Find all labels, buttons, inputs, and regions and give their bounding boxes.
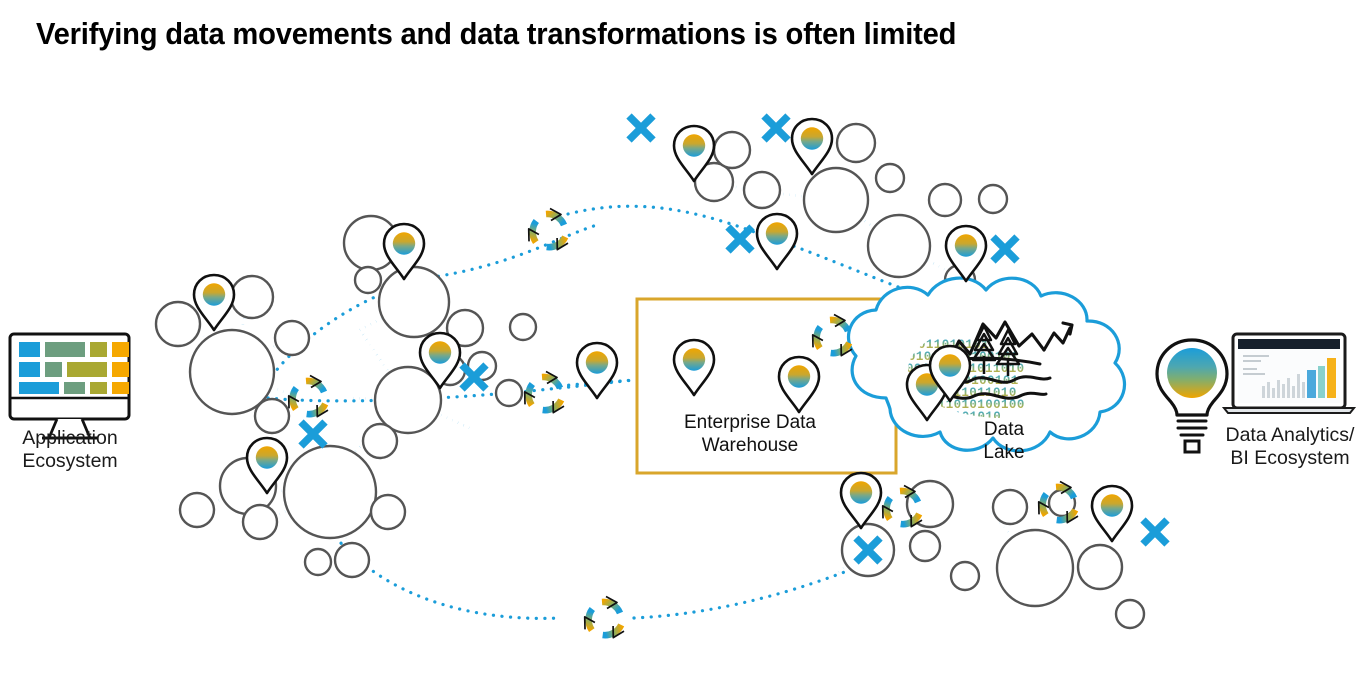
data-node-circle xyxy=(508,312,538,342)
data-node-circle xyxy=(241,503,279,541)
unverified-x-icon[interactable] xyxy=(764,116,788,140)
data-node-circle xyxy=(377,265,451,339)
data-node-circle xyxy=(353,265,383,295)
data-node-circle xyxy=(949,560,981,592)
node-cluster-left xyxy=(154,214,538,579)
data-node-circle xyxy=(866,213,932,279)
location-pin-icon[interactable] xyxy=(575,341,619,400)
data-node-circle xyxy=(742,170,782,210)
data-lake-label: Data Lake xyxy=(983,419,1025,463)
data-node-circle xyxy=(333,541,371,579)
enterprise-data-warehouse-label: Enterprise Data Warehouse xyxy=(683,412,816,456)
diagram-canvas: 011010101 01010110100101 001101001011010… xyxy=(8,0,1357,693)
data-node-circle xyxy=(282,444,378,540)
location-pin-icon[interactable] xyxy=(790,117,834,176)
data-node-circle xyxy=(361,422,399,460)
data-node-circle xyxy=(178,491,216,529)
data-movement-dotted-line xyxy=(632,564,862,620)
data-node-circle xyxy=(908,529,942,563)
unverified-x-icon[interactable] xyxy=(728,227,752,251)
data-node-circle xyxy=(835,122,877,164)
data-node-circle xyxy=(494,378,524,408)
unverified-x-icon[interactable] xyxy=(629,116,653,140)
data-node-circle xyxy=(927,182,963,218)
data-node-circle xyxy=(995,528,1075,608)
data-node-circle xyxy=(154,300,202,348)
diagram-page: Verifying data movements and data transf… xyxy=(0,0,1369,693)
application-ecosystem-label: Application Ecosystem xyxy=(22,427,118,472)
data-transformation-recycle-icon[interactable] xyxy=(522,209,570,256)
data-movement-dotted-line xyxy=(328,528,562,620)
data-node-circle xyxy=(1114,598,1146,630)
monitor-screen-blocks xyxy=(19,342,129,394)
data-node-circle xyxy=(369,493,407,531)
bi-ecosystem-label: Data Analytics/ BI Ecosystem xyxy=(1225,424,1355,469)
data-transformation-recycle-icon[interactable] xyxy=(518,372,566,419)
location-pin-icon[interactable] xyxy=(839,471,883,530)
data-node-circle xyxy=(977,183,1009,215)
data-node-circle xyxy=(802,166,870,234)
data-node-circle xyxy=(1076,543,1124,591)
unverified-x-icon[interactable] xyxy=(1143,520,1167,544)
data-node-circle xyxy=(303,547,333,577)
data-node-circle xyxy=(712,130,752,170)
monitor-icon xyxy=(8,332,131,440)
data-node-circle xyxy=(273,319,311,357)
location-pin-icon[interactable] xyxy=(1090,484,1134,543)
unverified-x-icon[interactable] xyxy=(301,422,325,446)
data-node-circle xyxy=(991,488,1029,526)
laptop-dashboard-icon xyxy=(1221,332,1357,414)
data-node-circle xyxy=(229,274,275,320)
data-node-circle xyxy=(874,162,906,194)
location-pin-icon[interactable] xyxy=(755,212,799,271)
data-node-circle xyxy=(253,397,291,435)
data-transformation-recycle-icon[interactable] xyxy=(578,597,626,644)
unverified-x-icon[interactable] xyxy=(993,237,1017,261)
